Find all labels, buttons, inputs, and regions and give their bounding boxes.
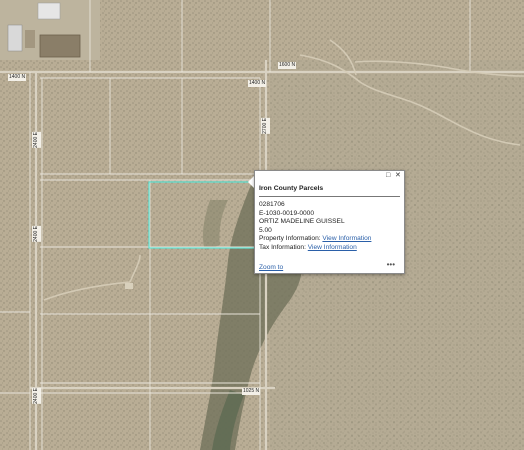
road-label: 2400 E <box>32 226 41 242</box>
property-info-row: Property Information: View Information <box>259 235 371 243</box>
tax-info-link[interactable]: View Information <box>308 244 357 251</box>
road-label: 2400 E <box>32 132 41 148</box>
zoom-to-link-row: Zoom to <box>259 264 283 272</box>
road-label: 2700 E <box>261 118 270 134</box>
maximize-icon[interactable]: □ <box>386 172 390 180</box>
tax-info-label: Tax Information: <box>259 243 306 251</box>
divider <box>259 196 400 197</box>
property-info-label: Property Information: <box>259 235 321 242</box>
close-icon[interactable]: ✕ <box>395 172 401 180</box>
road-label: 1400 N <box>8 74 27 81</box>
popup-header <box>255 171 404 181</box>
popup-title: Iron County Parcels <box>259 185 324 192</box>
owner-name: ORTIZ MADELINE GUISSEL <box>259 218 345 225</box>
acres-value: 5.00 <box>259 226 272 234</box>
road-label: 1025 N <box>242 388 261 395</box>
property-info-link[interactable]: View Information <box>322 235 371 242</box>
more-options-icon[interactable]: ••• <box>387 261 395 269</box>
parcel-info-popup: □ ✕ Iron County Parcels 0281706 E-1030-0… <box>254 170 405 274</box>
road-label: 1600 N <box>278 62 297 69</box>
road-label: 2400 E <box>32 388 41 404</box>
zoom-to-link[interactable]: Zoom to <box>259 264 283 271</box>
road-label: 1400 N <box>248 80 267 87</box>
parcel-id: 0281706 <box>259 201 285 208</box>
tax-info-row: Tax Information: View Information <box>259 244 357 252</box>
account-number: E-1030-0019-0000 <box>259 209 314 217</box>
